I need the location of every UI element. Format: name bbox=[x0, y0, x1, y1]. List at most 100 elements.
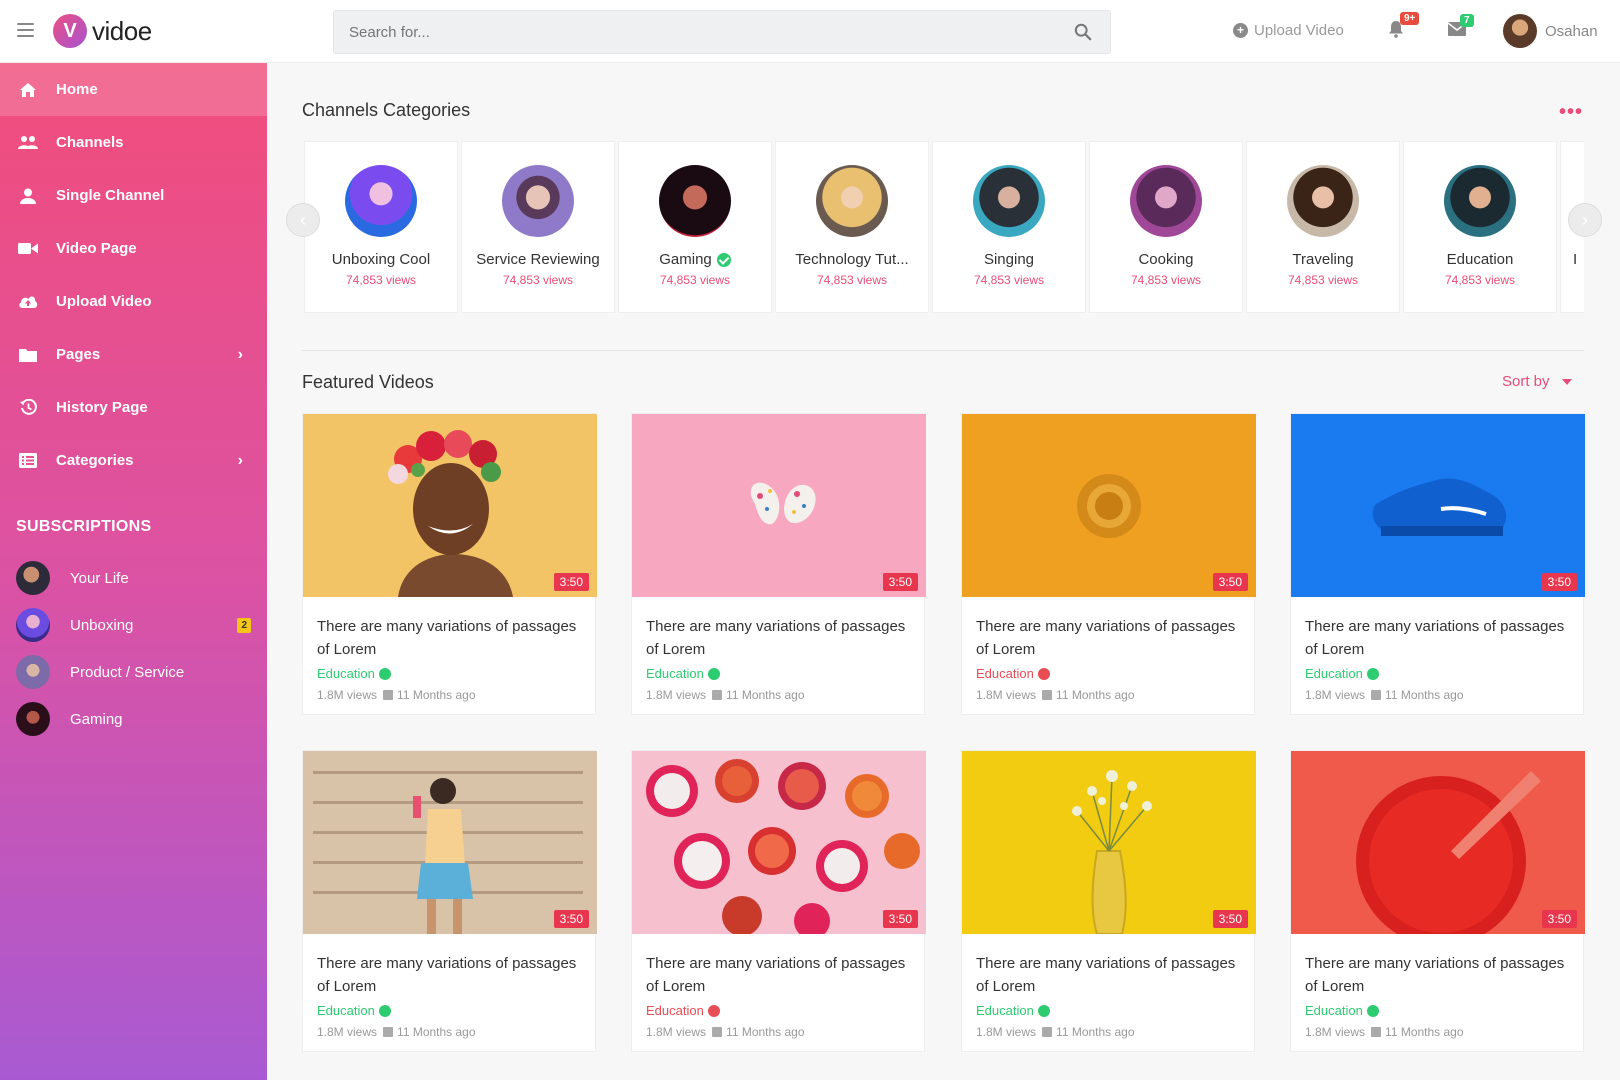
video-thumbnail[interactable]: 3:50 bbox=[632, 751, 926, 934]
logo[interactable]: V vidoe bbox=[53, 14, 152, 48]
video-meta: 1.8M views 11 Months ago bbox=[1305, 688, 1569, 702]
sidebar-item-home[interactable]: Home bbox=[0, 63, 267, 116]
menu-icon[interactable] bbox=[17, 23, 34, 37]
sidebar-item-history-page[interactable]: History Page bbox=[0, 381, 267, 434]
channel-name-text: Unboxing Cool bbox=[331, 251, 431, 268]
video-title[interactable]: There are many variations of passages of… bbox=[976, 615, 1240, 661]
video-card[interactable]: 3:50 There are many variations of passag… bbox=[302, 750, 597, 1052]
video-meta: 1.8M views 11 Months ago bbox=[976, 1025, 1240, 1039]
more-options-icon[interactable]: ••• bbox=[1559, 101, 1583, 124]
video-category[interactable]: Education bbox=[976, 666, 1240, 681]
video-thumbnail[interactable]: 3:50 bbox=[1291, 414, 1585, 597]
channel-card-cooking[interactable]: Cooking 74,853 views bbox=[1089, 141, 1243, 313]
video-title[interactable]: There are many variations of passages of… bbox=[317, 615, 581, 661]
video-card[interactable]: 3:50 There are many variations of passag… bbox=[302, 413, 597, 715]
check-circle-icon bbox=[1037, 1004, 1050, 1017]
video-age: 11 Months ago bbox=[397, 1025, 476, 1039]
video-card[interactable]: 3:50 There are many variations of passag… bbox=[1290, 750, 1585, 1052]
channel-card-unboxing-cool[interactable]: Unboxing Cool 74,853 views bbox=[304, 141, 458, 313]
channel-card-traveling[interactable]: Traveling 74,853 views bbox=[1246, 141, 1400, 313]
video-title[interactable]: There are many variations of passages of… bbox=[1305, 952, 1569, 998]
home-icon bbox=[17, 82, 39, 98]
search-input[interactable] bbox=[334, 11, 1034, 53]
video-views: 1.8M views bbox=[646, 688, 707, 702]
video-title[interactable]: There are many variations of passages of… bbox=[646, 615, 910, 661]
subscription-item-gaming[interactable]: Gaming bbox=[16, 699, 251, 739]
calendar-icon bbox=[383, 1027, 394, 1037]
video-thumbnail[interactable]: 3:50 bbox=[632, 414, 926, 597]
channel-name: Education bbox=[1404, 251, 1556, 268]
subscription-item-unboxing[interactable]: Unboxing 2 bbox=[16, 605, 251, 645]
video-title[interactable]: There are many variations of passages of… bbox=[1305, 615, 1569, 661]
video-views: 1.8M views bbox=[317, 1025, 378, 1039]
subscription-label: Unboxing bbox=[70, 616, 134, 634]
sidebar-item-label: Channels bbox=[56, 134, 124, 151]
sidebar-item-upload-video[interactable]: Upload Video bbox=[0, 275, 267, 328]
search-icon[interactable] bbox=[1074, 23, 1092, 41]
subscription-item-your-life[interactable]: Your Life bbox=[16, 558, 251, 598]
video-duration: 3:50 bbox=[1541, 573, 1577, 591]
calendar-icon bbox=[712, 1027, 723, 1037]
carousel-prev-button[interactable]: ‹ bbox=[286, 203, 320, 237]
sidebar-item-channels[interactable]: Channels bbox=[0, 116, 267, 169]
video-thumbnail[interactable]: 3:50 bbox=[303, 751, 597, 934]
video-card[interactable]: 3:50 There are many variations of passag… bbox=[631, 413, 926, 715]
video-thumbnail[interactable]: 3:50 bbox=[962, 751, 1256, 934]
upload-video-link[interactable]: + Upload Video bbox=[1233, 22, 1344, 39]
video-category[interactable]: Education bbox=[976, 1003, 1240, 1018]
video-thumbnail[interactable]: 3:50 bbox=[962, 414, 1256, 597]
carousel-next-button[interactable]: › bbox=[1568, 203, 1602, 237]
sort-by-dropdown[interactable]: Sort by bbox=[1502, 373, 1572, 390]
video-card[interactable]: 3:50 There are many variations of passag… bbox=[631, 750, 926, 1052]
video-duration: 3:50 bbox=[1212, 573, 1248, 591]
video-meta: 1.8M views 11 Months ago bbox=[646, 1025, 910, 1039]
user-name: Osahan bbox=[1545, 22, 1598, 40]
video-category-label: Education bbox=[317, 1003, 375, 1018]
video-category[interactable]: Education bbox=[1305, 666, 1569, 681]
video-category[interactable]: Education bbox=[646, 1003, 910, 1018]
channel-avatar bbox=[1444, 165, 1516, 237]
subscriptions-heading: SUBSCRIPTIONS bbox=[16, 518, 152, 535]
user-menu[interactable]: Osahan bbox=[1503, 14, 1598, 48]
notification-count: 9+ bbox=[1400, 12, 1420, 25]
video-title[interactable]: There are many variations of passages of… bbox=[976, 952, 1240, 998]
sidebar-item-pages[interactable]: Pages › bbox=[0, 328, 267, 381]
video-views: 1.8M views bbox=[976, 1025, 1037, 1039]
chevron-right-icon[interactable]: › bbox=[238, 346, 243, 364]
thumbnail-art bbox=[1291, 751, 1585, 934]
check-circle-icon bbox=[1366, 667, 1379, 680]
subscription-item-product-service[interactable]: Product / Service bbox=[16, 652, 251, 692]
channel-card-service-reviewing[interactable]: Service Reviewing 74,853 views bbox=[461, 141, 615, 313]
channel-card-technology[interactable]: Technology Tut... 74,853 views bbox=[775, 141, 929, 313]
channel-card-gaming[interactable]: Gaming 74,853 views bbox=[618, 141, 772, 313]
video-category[interactable]: Education bbox=[317, 1003, 581, 1018]
video-thumbnail[interactable]: 3:50 bbox=[303, 414, 597, 597]
video-card[interactable]: 3:50 There are many variations of passag… bbox=[1290, 413, 1585, 715]
video-card[interactable]: 3:50 There are many variations of passag… bbox=[961, 413, 1256, 715]
channel-name-text: Education bbox=[1446, 251, 1514, 268]
video-title[interactable]: There are many variations of passages of… bbox=[317, 952, 581, 998]
video-category[interactable]: Education bbox=[317, 666, 581, 681]
notifications-button[interactable]: 9+ bbox=[1388, 12, 1420, 40]
video-category[interactable]: Education bbox=[646, 666, 910, 681]
video-title[interactable]: There are many variations of passages of… bbox=[646, 952, 910, 998]
video-age: 11 Months ago bbox=[1056, 688, 1135, 702]
channel-card-singing[interactable]: Singing 74,853 views bbox=[932, 141, 1086, 313]
sidebar-item-single-channel[interactable]: Single Channel bbox=[0, 169, 267, 222]
caret-down-icon bbox=[1561, 378, 1572, 385]
sidebar-item-categories[interactable]: Categories › bbox=[0, 434, 267, 487]
channel-carousel: Unboxing Cool 74,853 views Service Revie… bbox=[304, 141, 1584, 313]
messages-button[interactable]: 7 bbox=[1447, 14, 1474, 40]
subscription-label: Gaming bbox=[70, 710, 123, 728]
sidebar-item-video-page[interactable]: Video Page bbox=[0, 222, 267, 275]
sidebar-item-label: History Page bbox=[56, 399, 148, 416]
video-thumbnail[interactable]: 3:50 bbox=[1291, 751, 1585, 934]
video-category[interactable]: Education bbox=[1305, 1003, 1569, 1018]
channel-card-education[interactable]: Education 74,853 views bbox=[1403, 141, 1557, 313]
video-card[interactable]: 3:50 There are many variations of passag… bbox=[961, 750, 1256, 1052]
thumbnail-art bbox=[303, 414, 597, 597]
video-category-label: Education bbox=[976, 1003, 1034, 1018]
chevron-right-icon[interactable]: › bbox=[238, 452, 243, 470]
video-age: 11 Months ago bbox=[1385, 688, 1464, 702]
avatar bbox=[16, 608, 50, 642]
